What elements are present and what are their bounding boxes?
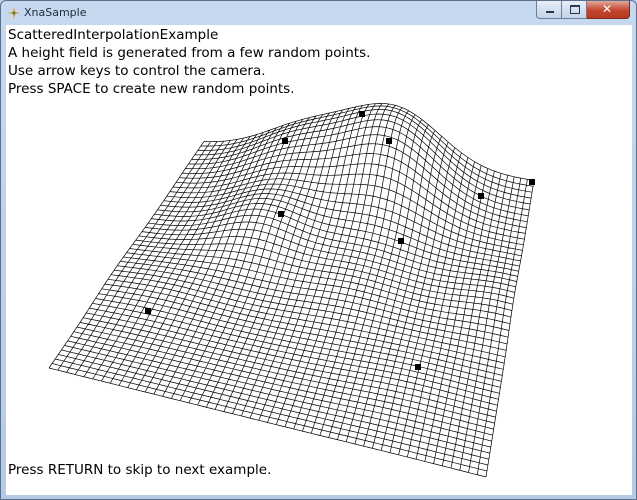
window-title: XnaSample [24,6,87,19]
render-viewport[interactable]: ScatteredInterpolationExample A height f… [6,25,632,495]
maximize-button[interactable] [562,1,587,19]
xna-app-icon [8,7,20,19]
control-point-marker [529,179,535,185]
window-controls: ✕ [536,1,630,20]
control-point-marker [398,238,404,244]
mesh-wireframe [48,103,535,478]
maximize-icon [570,5,580,14]
instruction-space: Press SPACE to create new random points. [8,81,295,97]
minimize-button[interactable] [536,1,562,19]
control-point-marker [145,308,151,314]
control-point-marker [386,138,392,144]
description-line: A height field is generated from a few r… [8,45,371,61]
example-title: ScatteredInterpolationExample [8,27,219,43]
instruction-return: Press RETURN to skip to next example. [8,462,272,478]
application-window: XnaSample ✕ ScatteredInterpolationExampl… [0,0,637,500]
control-point-marker [278,211,284,217]
instruction-camera: Use arrow keys to control the camera. [8,63,266,79]
control-point-marker [478,193,484,199]
control-point-marker [359,111,365,117]
control-point-marker [282,138,288,144]
minimize-icon [546,11,554,13]
close-button[interactable]: ✕ [587,1,630,19]
close-icon: ✕ [602,2,613,16]
title-bar[interactable]: XnaSample ✕ [1,1,636,25]
control-point-marker [415,364,421,370]
